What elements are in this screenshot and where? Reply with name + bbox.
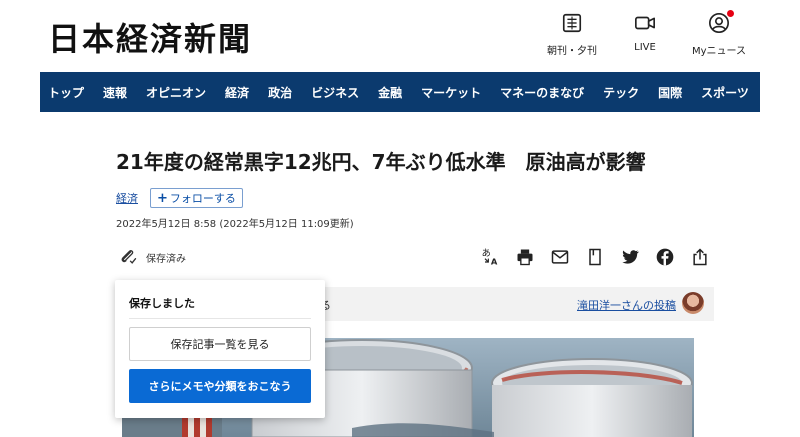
facebook-icon	[656, 248, 674, 266]
save-label: 保存済み	[146, 253, 186, 265]
save-button[interactable]: 保存済み	[118, 247, 186, 267]
print-button[interactable]	[514, 246, 536, 268]
mail-icon	[551, 250, 569, 264]
article-headline: 21年度の経常黒字12兆円、7年ぶり低水準 原油高が影響	[116, 150, 646, 174]
nav-item-money[interactable]: マネーのまなび	[500, 84, 584, 101]
bookmark-icon	[589, 248, 601, 266]
topic-link[interactable]: 経済	[116, 190, 138, 206]
avatar[interactable]	[682, 292, 704, 314]
newspaper-icon	[562, 13, 582, 33]
nav-item-opinion[interactable]: オピニオン	[146, 84, 206, 101]
nav-item-politics[interactable]: 政治	[268, 84, 292, 101]
nav-item-economy[interactable]: 経済	[225, 84, 249, 101]
follow-label: フォローする	[169, 192, 236, 205]
nav-item-sports[interactable]: スポーツ	[701, 84, 749, 101]
text-size-icon: あ A	[482, 248, 498, 267]
share-button[interactable]	[689, 246, 711, 268]
view-saved-button[interactable]: 保存記事一覧を見る	[129, 327, 311, 361]
facebook-button[interactable]	[654, 246, 676, 268]
save-confirmation-popup: 保存しました 保存記事一覧を見る さらにメモや分類をおこなう	[115, 280, 325, 418]
article-date: 2022年5月12日 8:58 (2022年5月12日 11:09更新)	[116, 219, 354, 230]
topic-row: 経済 + フォローする	[116, 188, 243, 208]
bookmark-button[interactable]	[584, 246, 606, 268]
nav-item-tech[interactable]: テック	[603, 84, 639, 101]
newspaper-label: 朝刊・夕刊	[547, 46, 597, 57]
nav-item-market[interactable]: マーケット	[421, 84, 481, 101]
organize-button[interactable]: さらにメモや分類をおこなう	[129, 369, 311, 403]
print-icon	[517, 249, 533, 266]
video-camera-icon	[635, 16, 655, 30]
masthead: 日本経済新聞 朝刊・夕刊 LIVE Myニュース	[0, 0, 800, 72]
plus-icon: +	[157, 190, 168, 206]
author-strip: る 滝田洋一さんの投稿	[312, 287, 714, 321]
text-size-button[interactable]: あ A	[479, 246, 501, 268]
share-toolbar: あ A	[479, 246, 711, 268]
mail-button[interactable]	[549, 246, 571, 268]
paperclip-check-icon	[121, 250, 137, 264]
popup-title: 保存しました	[129, 297, 195, 310]
newspaper-button[interactable]: 朝刊・夕刊	[536, 12, 608, 57]
mynews-button[interactable]: Myニュース	[683, 10, 755, 57]
twitter-icon	[622, 250, 639, 264]
notification-dot	[727, 10, 734, 17]
mynews-label: Myニュース	[691, 46, 747, 57]
twitter-button[interactable]	[619, 246, 641, 268]
nav-item-finance[interactable]: 金融	[378, 84, 402, 101]
svg-text:あ: あ	[482, 248, 491, 259]
main-nav: トップ 速報 オピニオン 経済 政治 ビジネス 金融 マーケット マネーのまなび…	[40, 72, 760, 112]
svg-text:A: A	[491, 257, 498, 267]
nav-item-business[interactable]: ビジネス	[311, 84, 359, 101]
live-label: LIVE	[634, 42, 656, 53]
site-logo[interactable]: 日本経済新聞	[48, 14, 252, 60]
popup-divider	[129, 318, 311, 319]
nav-item-breaking[interactable]: 速報	[103, 84, 127, 101]
live-button[interactable]: LIVE	[609, 12, 681, 53]
share-icon	[693, 248, 707, 266]
nav-item-top[interactable]: トップ	[48, 84, 84, 101]
nav-item-international[interactable]: 国際	[658, 84, 682, 101]
author-link[interactable]: 滝田洋一さんの投稿	[577, 297, 676, 313]
follow-button[interactable]: + フォローする	[150, 188, 243, 208]
